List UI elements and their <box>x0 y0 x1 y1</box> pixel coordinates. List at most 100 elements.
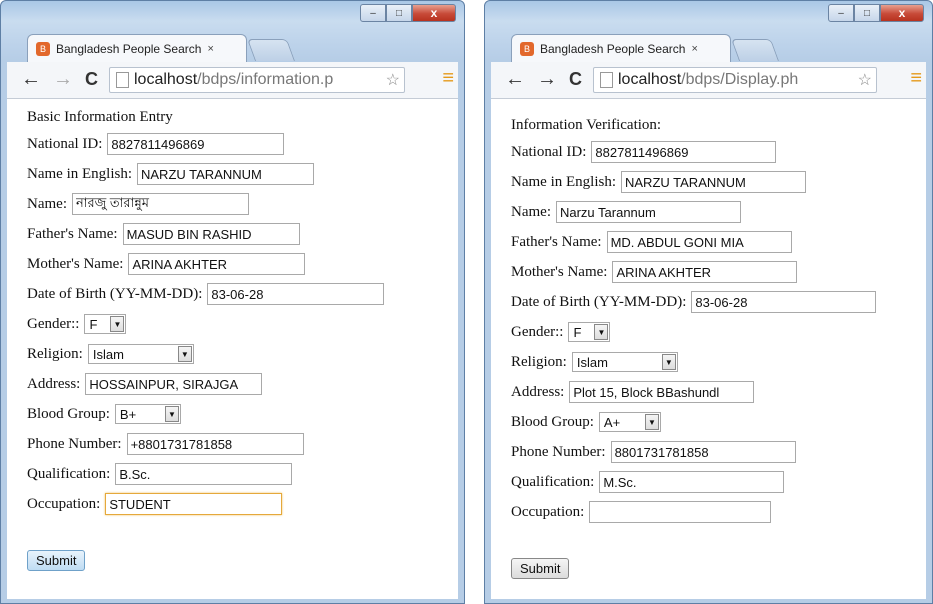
new-tab-button[interactable] <box>246 39 296 61</box>
form-heading-row: Basic Information Entry <box>27 105 384 129</box>
menu-icon[interactable]: ≡ <box>442 68 454 88</box>
menu-icon[interactable]: ≡ <box>910 68 922 88</box>
name-input[interactable] <box>71 193 249 215</box>
gender-label: Gender:: <box>27 315 80 332</box>
back-arrow-icon[interactable]: ← <box>21 69 41 89</box>
forward-arrow-icon[interactable]: → <box>537 69 557 89</box>
tab-close-icon[interactable]: × <box>691 43 697 55</box>
site-favicon-icon: B <box>36 41 50 56</box>
mother-name-row: Mother's Name: <box>27 249 384 279</box>
tab-title: Bangladesh People Search <box>540 41 686 56</box>
blood-group-select[interactable]: A+ ▼ <box>598 412 661 432</box>
national-id-input[interactable] <box>591 141 777 163</box>
url-path: /bdps/information.p <box>197 71 334 88</box>
phone-input[interactable] <box>610 441 796 463</box>
qualification-input[interactable] <box>599 471 785 493</box>
religion-label: Religion: <box>27 345 83 362</box>
site-favicon-icon: B <box>520 41 534 56</box>
back-arrow-icon[interactable]: ← <box>505 69 525 89</box>
browser-tab[interactable]: B Bangladesh People Search × <box>511 34 731 62</box>
close-window-button[interactable]: x <box>412 4 456 22</box>
address-label: Address: <box>511 383 565 400</box>
url-host: localhost <box>134 71 198 88</box>
mother-name-row: Mother's Name: <box>511 257 876 287</box>
reload-icon[interactable]: C <box>569 69 582 89</box>
name-row: Name: <box>27 189 384 219</box>
name-row: Name: <box>511 197 876 227</box>
maximize-button[interactable]: □ <box>386 4 412 22</box>
chevron-down-icon: ▼ <box>110 316 125 332</box>
religion-select[interactable]: Islam ▼ <box>87 344 194 364</box>
bookmark-star-icon[interactable]: ☆ <box>383 70 400 90</box>
chevron-down-icon: ▼ <box>644 414 659 430</box>
name-english-row: Name in English: <box>511 167 876 197</box>
address-bar[interactable]: localhost/bdps/Display.ph ☆ <box>593 67 877 93</box>
browser-window-verification: – □ x B Bangladesh People Search × ← → C… <box>484 0 933 604</box>
phone-label: Phone Number: <box>511 443 606 460</box>
gender-row: Gender:: F ▼ <box>511 317 876 347</box>
mother-name-input[interactable] <box>612 261 798 283</box>
spacer-row <box>27 519 384 545</box>
address-row: Address: <box>511 377 876 407</box>
father-name-input[interactable] <box>122 223 300 245</box>
national-id-input[interactable] <box>107 133 285 155</box>
qualification-row: Qualification: <box>27 459 384 489</box>
address-label: Address: <box>27 375 81 392</box>
dob-input[interactable] <box>207 283 385 305</box>
name-english-input[interactable] <box>137 163 314 185</box>
occupation-input[interactable] <box>105 493 283 515</box>
page-content: Basic Information Entry National ID: Nam… <box>7 99 458 599</box>
verification-form: Information Verification: National ID: N… <box>511 113 877 583</box>
gender-select[interactable]: F ▼ <box>84 314 127 334</box>
submit-button[interactable]: Submit <box>511 557 570 579</box>
blood-group-label: Blood Group: <box>27 405 110 422</box>
forward-arrow-icon[interactable]: → <box>53 69 73 89</box>
gender-select[interactable]: F ▼ <box>568 322 611 342</box>
dob-row: Date of Birth (YY-MM-DD): <box>27 279 385 309</box>
submit-row: Submit <box>27 545 384 575</box>
new-tab-button[interactable] <box>730 39 780 61</box>
entry-form: Basic Information Entry National ID: Nam… <box>27 105 385 575</box>
reload-icon[interactable]: C <box>85 69 98 89</box>
phone-row: Phone Number: <box>511 437 876 467</box>
mother-name-input[interactable] <box>128 253 306 275</box>
phone-input[interactable] <box>126 433 304 455</box>
page-icon <box>600 72 613 88</box>
name-label: Name: <box>511 203 551 220</box>
occupation-row: Occupation: <box>27 489 384 519</box>
dob-input[interactable] <box>691 291 877 313</box>
religion-select[interactable]: Islam ▼ <box>571 352 678 372</box>
address-bar[interactable]: localhost/bdps/information.p ☆ <box>109 67 405 93</box>
bookmark-star-icon[interactable]: ☆ <box>855 70 872 90</box>
browser-toolbar: ← → C localhost/bdps/information.p ☆ ≡ <box>7 62 458 99</box>
tab-title: Bangladesh People Search <box>56 41 202 56</box>
phone-row: Phone Number: <box>27 429 384 459</box>
name-english-input[interactable] <box>621 171 806 193</box>
father-name-row: Father's Name: <box>27 219 384 249</box>
gender-label: Gender:: <box>511 323 564 340</box>
minimize-button[interactable]: – <box>360 4 386 22</box>
minimize-button[interactable]: – <box>828 4 854 22</box>
qualification-input[interactable] <box>115 463 293 485</box>
father-name-input[interactable] <box>606 231 792 253</box>
tab-close-icon[interactable]: × <box>207 43 213 55</box>
occupation-input[interactable] <box>589 501 772 523</box>
blood-group-row: Blood Group: B+ ▼ <box>27 399 384 429</box>
maximize-button[interactable]: □ <box>854 4 880 22</box>
browser-toolbar: ← → C localhost/bdps/Display.ph ☆ ≡ <box>491 62 926 99</box>
blood-group-value: A+ <box>603 414 621 430</box>
submit-button[interactable]: Submit <box>27 549 86 571</box>
close-window-button[interactable]: x <box>880 4 924 22</box>
qualification-row: Qualification: <box>511 467 876 497</box>
name-english-label: Name in English: <box>27 165 132 182</box>
name-input[interactable] <box>555 201 741 223</box>
address-input[interactable] <box>85 373 263 395</box>
browser-tab[interactable]: B Bangladesh People Search × <box>27 34 247 62</box>
qualification-label: Qualification: <box>511 473 595 490</box>
page-content: Information Verification: National ID: N… <box>491 99 926 599</box>
blood-group-select[interactable]: B+ ▼ <box>114 404 181 424</box>
mother-name-label: Mother's Name: <box>511 263 608 280</box>
chevron-down-icon: ▼ <box>177 346 192 362</box>
address-input[interactable] <box>569 381 755 403</box>
url-host: localhost <box>618 71 682 88</box>
